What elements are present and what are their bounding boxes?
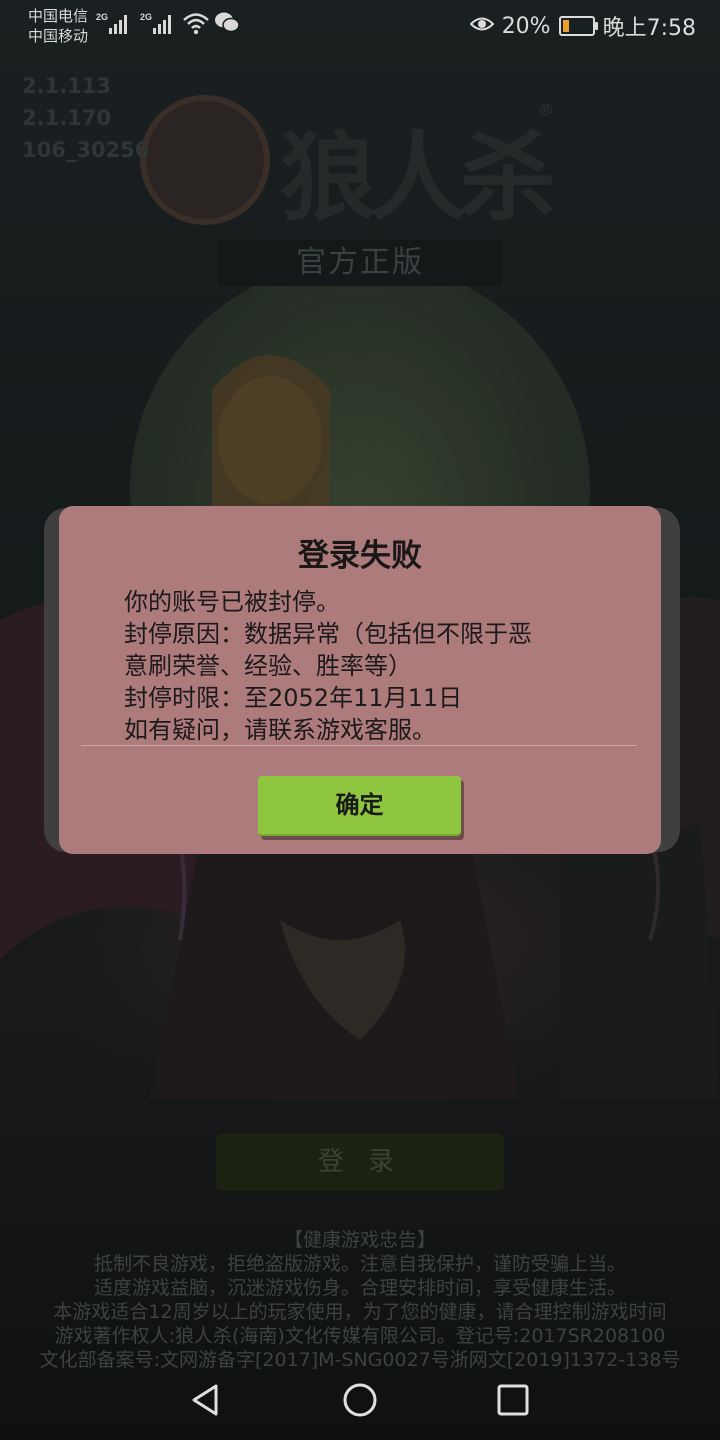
confirm-button[interactable]: 确定 <box>258 776 461 836</box>
login-failed-dialog: 登录失败 你的账号已被封停。 封停原因：数据异常（包括但不限于恶 意刷荣誉、经验… <box>59 506 661 854</box>
game-logo-subtitle: 官方正版 <box>218 240 502 286</box>
version-line: 2.1.113 <box>22 74 112 98</box>
carrier-labels: 中国电信 中国移动 <box>28 6 88 46</box>
status-bar: 中国电信 中国移动 2G 2G 20% 晚上7:58 <box>0 0 720 52</box>
clock: 晚上7:58 <box>602 16 696 41</box>
health-notice-line: 游戏著作权人:狼人杀(海南)文化传媒有限公司。登记号:2017SR208100 <box>54 1325 666 1347</box>
battery-icon <box>558 16 598 36</box>
game-logo-title: 狼人杀 <box>280 121 556 234</box>
dialog-message-line: 意刷荣誉、经验、胜率等） <box>124 652 412 680</box>
signal-icon: 2G <box>140 10 178 40</box>
dialog-message-line: 你的账号已被封停。 <box>124 588 340 616</box>
version-line: 2.1.170 <box>22 106 112 130</box>
health-notice-line: 适度游戏益脑，沉迷游戏伤身。合理安排时间，享受健康生活。 <box>93 1277 626 1299</box>
version-info: 2.1.113 2.1.170 106_30256 <box>22 70 149 166</box>
wifi-icon <box>182 10 210 40</box>
carrier-1: 中国电信 <box>28 7 89 25</box>
navigation-bar <box>0 1358 720 1440</box>
dialog-message: 你的账号已被封停。 封停原因：数据异常（包括但不限于恶 意刷荣誉、经验、胜率等）… <box>124 586 594 746</box>
carrier-2: 中国移动 <box>28 27 89 45</box>
wechat-icon <box>214 10 240 38</box>
battery-percent: 20% <box>501 13 551 39</box>
health-notice-line: 抵制不良游戏，拒绝盗版游戏。注意自我保护，谨防受骗上当。 <box>93 1253 626 1275</box>
dialog-divider <box>81 745 637 746</box>
network-2-label: 2G <box>140 12 152 22</box>
home-icon[interactable] <box>340 1380 380 1420</box>
signal-icon: 2G <box>96 10 134 40</box>
status-right: 20% 晚上7:58 <box>469 10 696 42</box>
eye-icon <box>469 14 495 39</box>
dialog-title: 登录失败 <box>298 538 422 574</box>
dialog-message-line: 封停原因：数据异常（包括但不限于恶 <box>124 620 532 648</box>
login-button[interactable]: 登 录 <box>216 1133 504 1191</box>
version-line: 106_30256 <box>22 138 150 162</box>
network-1-label: 2G <box>96 12 108 22</box>
health-notice-title: 【健康游戏忠告】 <box>283 1229 436 1251</box>
registered-mark: ® <box>538 100 554 119</box>
recents-icon[interactable] <box>493 1380 533 1420</box>
health-notice: 【健康游戏忠告】 抵制不良游戏，拒绝盗版游戏。注意自我保护，谨防受骗上当。 适度… <box>0 1228 720 1372</box>
health-notice-line: 本游戏适合12周岁以上的玩家使用，为了您的健康，请合理控制游戏时间 <box>53 1301 667 1323</box>
dialog-message-line: 如有疑问，请联系游戏客服。 <box>124 716 436 744</box>
battery-fill <box>562 20 569 32</box>
back-icon[interactable] <box>186 1380 226 1420</box>
dialog-message-line: 封停时限：至2052年11月11日 <box>124 684 463 712</box>
